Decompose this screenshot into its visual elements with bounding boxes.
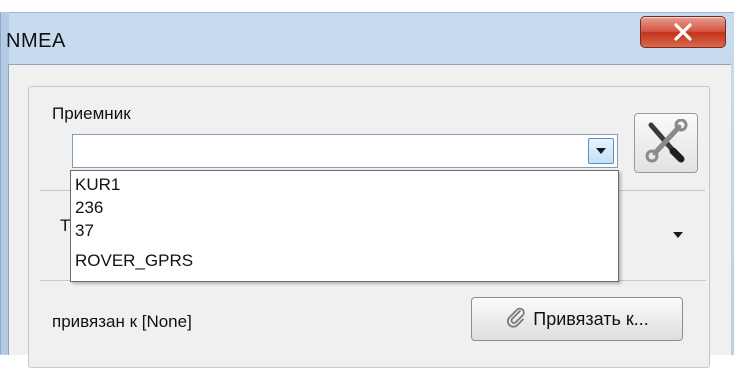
binding-status-label: привязан к [None] [52,312,192,331]
close-icon [673,23,693,41]
section-divider [40,190,70,191]
type-dropdown-arrow-icon[interactable] [672,226,684,244]
bind-to-button-label: Привязать к... [533,308,649,329]
type-label-partial: Т [60,216,71,235]
dropdown-item-37[interactable]: 37 [75,220,613,242]
bind-to-button[interactable]: Привязать к... [471,297,683,341]
dropdown-item-236[interactable]: 236 [75,197,613,219]
close-button[interactable] [640,16,726,48]
tools-icon [643,118,689,168]
receiver-settings-button[interactable] [634,113,698,173]
dropdown-item-kur1[interactable]: KUR1 [75,174,613,196]
receiver-label: Приемник [52,104,131,123]
receiver-combobox[interactable] [72,134,618,168]
receiver-dropdown-list[interactable]: KUR1 236 37 ROVER_GPRS [70,170,619,282]
chevron-down-icon [595,142,607,160]
section-divider [619,190,705,191]
paperclip-icon [505,306,527,333]
dropdown-item-rover-gprs[interactable]: ROVER_GPRS [75,250,613,272]
window-title: NMEA [6,30,66,52]
receiver-dropdown-button[interactable] [588,138,614,164]
